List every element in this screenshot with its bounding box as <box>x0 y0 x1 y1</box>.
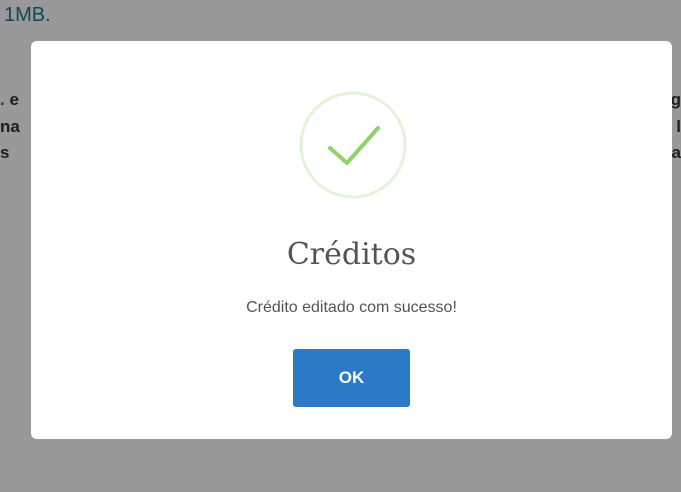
dialog-message: Crédito editado com sucesso! <box>246 299 457 316</box>
ok-button[interactable]: OK <box>293 349 410 407</box>
success-dialog: Créditos Crédito editado com sucesso! OK <box>31 41 672 439</box>
success-check-icon <box>299 91 407 199</box>
dialog-title: Créditos <box>286 237 417 272</box>
